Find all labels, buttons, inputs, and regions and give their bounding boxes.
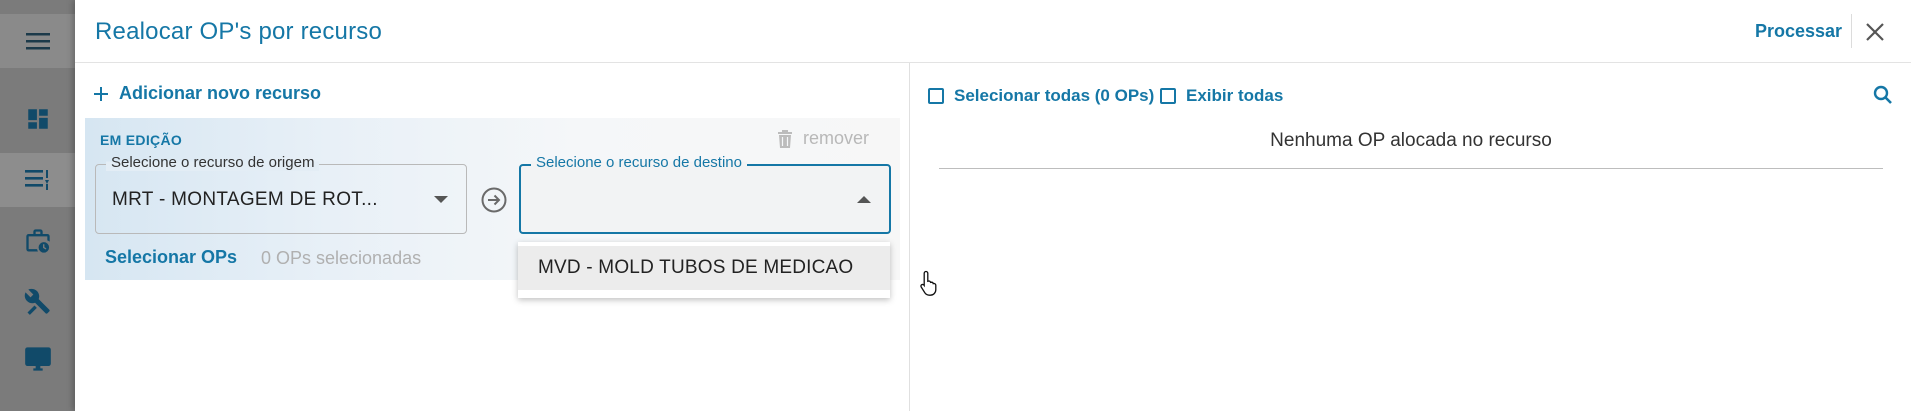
hand-pointer-icon (920, 270, 937, 296)
edit-status-label: EM EDIÇÃO (100, 132, 183, 148)
dropdown-arrow-up-icon (857, 196, 871, 203)
pane-divider (909, 63, 910, 411)
destination-resource-select[interactable]: Selecione o recurso de destino (519, 154, 891, 234)
monitor-icon (24, 347, 51, 371)
list-icon (24, 170, 49, 190)
empty-state-divider (939, 168, 1883, 169)
add-resource-button[interactable]: Adicionar novo recurso (93, 83, 321, 104)
add-resource-label: Adicionar novo recurso (119, 83, 322, 103)
dropdown-arrow-icon (434, 196, 448, 203)
nav-item-tools[interactable] (0, 275, 75, 329)
destination-resource-label: Selecione o recurso de destino (531, 154, 747, 171)
remove-button[interactable]: remover (777, 128, 869, 149)
dropdown-option[interactable]: MVD - MOLD TUBOS DE MEDICAO (518, 246, 890, 290)
nav-item-list[interactable] (0, 153, 75, 207)
close-button[interactable] (1861, 18, 1889, 46)
arrow-right-circle-icon (481, 187, 507, 213)
checkbox-icon (928, 88, 944, 104)
nav-rail (0, 0, 75, 411)
select-all-label: Selecionar todas (0 OPs) (954, 86, 1155, 105)
close-icon (1866, 23, 1884, 41)
show-all-label: Exibir todas (1186, 86, 1284, 105)
destination-dropdown-list: MVD - MOLD TUBOS DE MEDICAO (518, 242, 890, 298)
nav-item-schedule[interactable] (0, 214, 75, 268)
origin-resource-value: MRT - MONTAGEM DE ROT... (112, 189, 378, 210)
select-ops-button[interactable]: Selecionar OPs (105, 247, 237, 268)
checkbox-icon (1160, 88, 1176, 104)
header-divider (1851, 14, 1852, 48)
trash-icon (778, 129, 792, 148)
select-all-checkbox[interactable]: Selecionar todas (0 OPs) (928, 86, 1154, 106)
dropdown-option-label: MVD - MOLD TUBOS DE MEDICAO (538, 257, 854, 278)
nav-item-monitor[interactable] (0, 332, 75, 386)
app-root: Realocar OP's por recurso Processar Adic… (0, 0, 1911, 411)
dialog-header: Realocar OP's por recurso Processar (75, 0, 1911, 63)
remove-label: remover (803, 128, 870, 148)
ops-selected-count: 0 OPs selecionadas (261, 248, 422, 268)
origin-resource-label: Selecione o recurso de origem (106, 154, 320, 171)
origin-resource-select[interactable]: Selecione o recurso de origem MRT - MONT… (95, 154, 467, 234)
tools-icon (24, 288, 50, 315)
dialog-title: Realocar OP's por recurso (95, 18, 383, 45)
briefcase-clock-icon (25, 229, 50, 253)
plus-icon (94, 86, 108, 101)
process-button[interactable]: Processar (1755, 21, 1842, 42)
menu-icon (25, 33, 50, 50)
empty-state-message: Nenhuma OP alocada no recurso (1270, 130, 1552, 151)
search-icon[interactable] (1872, 84, 1894, 106)
dashboard-icon (27, 109, 48, 129)
show-all-checkbox[interactable]: Exibir todas (1160, 86, 1283, 106)
nav-item-dashboard[interactable] (0, 92, 75, 146)
realocate-dialog: Realocar OP's por recurso Processar Adic… (75, 0, 1911, 411)
menu-button[interactable] (0, 14, 75, 68)
